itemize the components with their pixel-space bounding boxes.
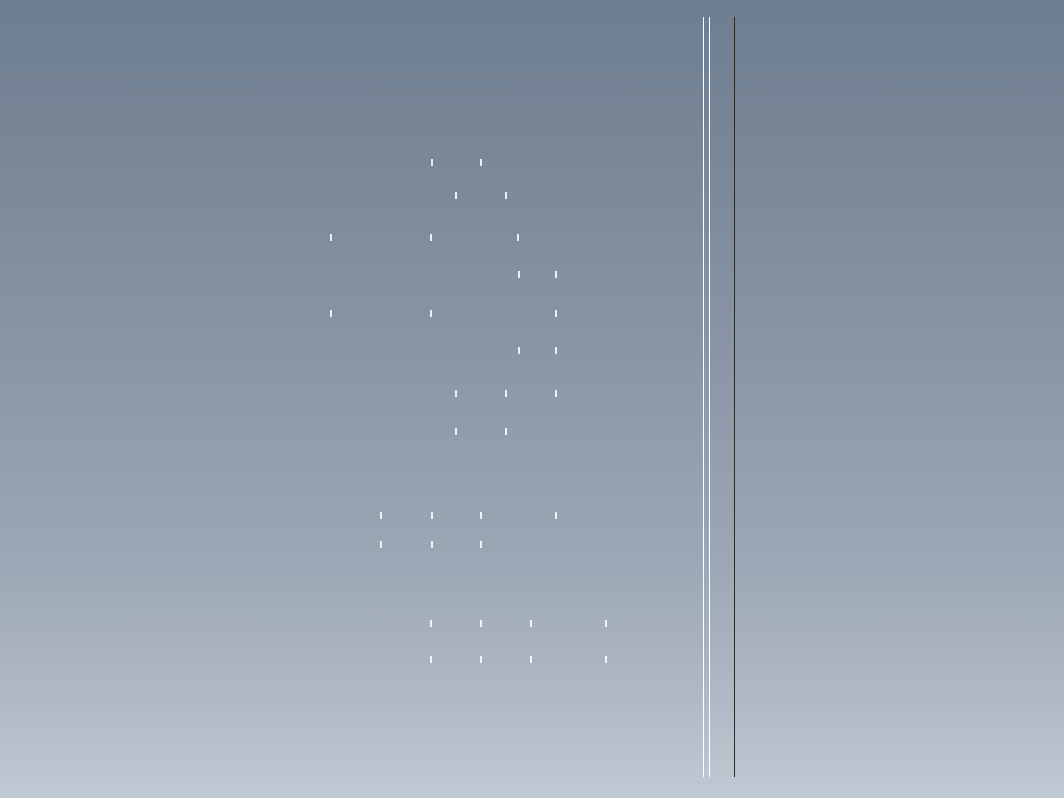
- tick-mark: [480, 620, 482, 627]
- tick-mark: [530, 620, 532, 627]
- tick-mark: [431, 541, 433, 548]
- tick-mark: [605, 656, 607, 663]
- tick-mark: [430, 620, 432, 627]
- vertical-line-1: [703, 17, 704, 777]
- tick-mark: [431, 159, 433, 166]
- tick-mark: [555, 512, 557, 519]
- vertical-line-2: [709, 17, 710, 777]
- tick-mark: [530, 656, 532, 663]
- tick-mark: [455, 390, 457, 397]
- tick-mark: [517, 234, 519, 241]
- tick-mark: [555, 347, 557, 354]
- tick-mark: [480, 512, 482, 519]
- tick-mark: [380, 512, 382, 519]
- tick-mark: [505, 428, 507, 435]
- tick-mark: [330, 234, 332, 241]
- tick-mark: [555, 390, 557, 397]
- tick-mark: [480, 159, 482, 166]
- tick-mark: [430, 310, 432, 317]
- tick-mark: [605, 620, 607, 627]
- tick-mark: [430, 234, 432, 241]
- tick-mark: [430, 656, 432, 663]
- tick-mark: [505, 390, 507, 397]
- tick-mark: [505, 192, 507, 199]
- tick-mark: [330, 310, 332, 317]
- tick-mark: [555, 271, 557, 278]
- tick-mark: [480, 541, 482, 548]
- tick-mark: [455, 192, 457, 199]
- tick-mark: [555, 310, 557, 317]
- tick-mark: [480, 656, 482, 663]
- tick-mark: [518, 271, 520, 278]
- tick-mark: [431, 512, 433, 519]
- tick-mark: [380, 541, 382, 548]
- tick-mark: [518, 347, 520, 354]
- vertical-line-3: [734, 17, 735, 777]
- tick-mark: [455, 428, 457, 435]
